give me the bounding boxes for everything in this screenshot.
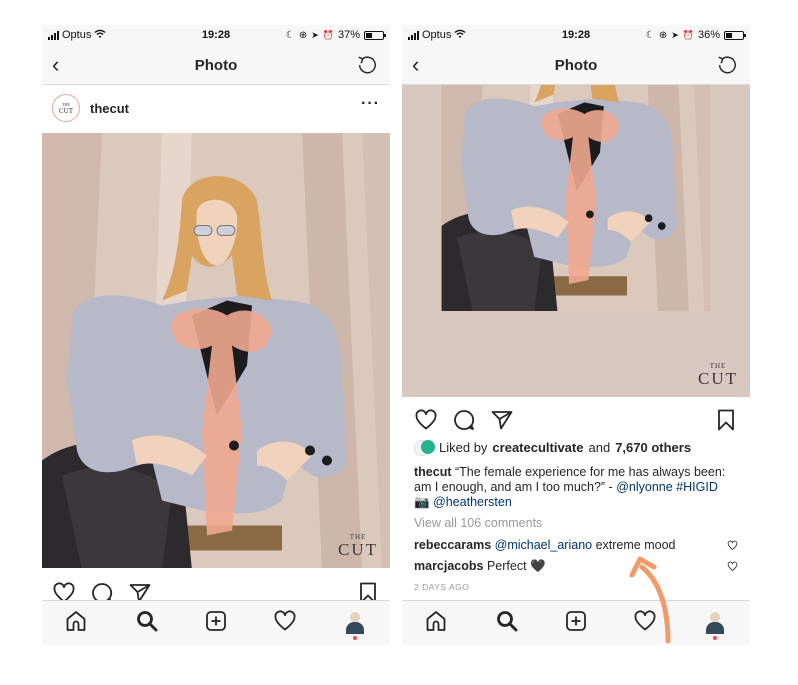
tab-bar <box>42 600 390 645</box>
liker-username[interactable]: createcultivate <box>492 440 583 455</box>
phone-screen-left: Optus 19:28 ☾ ⊕ ➤ ⏰ 37% ‹ Photo THE CUT … <box>42 25 390 645</box>
comment-like-icon[interactable] <box>727 540 738 554</box>
lock-rotation-icon: ⊕ <box>298 29 308 41</box>
page-title: Photo <box>194 57 238 74</box>
comment-username[interactable]: marcjacobs <box>414 559 483 573</box>
status-bar: Optus 19:28 ☾ ⊕ ➤ ⏰ 37% <box>42 25 390 45</box>
add-icon[interactable] <box>204 609 228 638</box>
alarm-icon: ⏰ <box>682 29 694 40</box>
tab-bar <box>402 600 750 645</box>
liked-by-prefix: Liked by <box>439 439 488 455</box>
battery-icon <box>364 30 386 40</box>
heart-icon[interactable] <box>414 408 438 437</box>
battery-icon <box>724 30 746 40</box>
more-options-icon[interactable]: ··· <box>361 95 380 113</box>
lock-rotation-icon: ⊕ <box>658 29 668 41</box>
avatar[interactable]: THE CUT <box>52 94 80 122</box>
home-icon[interactable] <box>64 609 88 638</box>
location-icon: ➤ <box>311 29 319 40</box>
annotation-arrow-icon <box>629 556 671 644</box>
battery-fill <box>366 32 372 38</box>
moon-icon: ☾ <box>285 29 295 41</box>
comment-mention[interactable]: @michael_ariano <box>495 538 592 552</box>
post-username[interactable]: thecut <box>90 101 129 116</box>
notification-dot <box>713 636 717 640</box>
activity-heart-icon[interactable] <box>273 609 297 638</box>
comment-icon[interactable] <box>452 408 476 437</box>
liker-avatar[interactable] <box>414 439 435 456</box>
liked-by-middle: and <box>588 439 611 455</box>
comment-row: marcjacobs Perfect 🖤 <box>414 559 740 574</box>
watermark-logo: THE CUT <box>338 533 378 559</box>
post-header: THE CUT thecut ··· <box>42 86 390 132</box>
likes-count[interactable]: 7,670 others <box>615 440 691 455</box>
share-icon[interactable] <box>490 408 514 437</box>
comment-row: rebeccarams @michael_ariano extreme mood <box>414 538 740 552</box>
post-photo[interactable]: THE CUT <box>42 133 390 568</box>
refresh-icon[interactable] <box>716 54 738 81</box>
post-actions <box>402 404 750 434</box>
caption-mention[interactable]: @nlyonne <box>616 480 672 494</box>
post-photo-image <box>402 85 750 397</box>
phone-screen-right: Optus 19:28 ☾ ⊕ ➤ ⏰ 36% ‹ Photo THE CUT <box>402 25 750 645</box>
comment-text: Perfect 🖤 <box>486 559 546 573</box>
likes-summary: Liked by createcultivate and 7,670 other… <box>414 439 742 456</box>
caption-hashtag[interactable]: #HIGID <box>676 480 718 494</box>
nav-bar: ‹ Photo <box>42 45 390 85</box>
watermark-logo: THE CUT <box>698 362 738 388</box>
battery-percent: 36% <box>697 29 720 41</box>
page-title: Photo <box>554 57 598 74</box>
comment-username[interactable]: rebeccarams <box>414 538 491 552</box>
notification-dot <box>353 636 357 640</box>
post-photo[interactable]: THE CUT <box>402 85 750 397</box>
battery-fill <box>726 32 732 38</box>
search-icon[interactable] <box>495 609 519 638</box>
status-bar: Optus 19:28 ☾ ⊕ ➤ ⏰ 36% <box>402 25 750 45</box>
post-caption: thecut “The female experience for me has… <box>414 465 728 510</box>
comment-like-icon[interactable] <box>727 561 738 575</box>
refresh-icon[interactable] <box>356 54 378 81</box>
caption-mention[interactable]: @heathersten <box>433 495 512 509</box>
view-all-comments-link[interactable]: View all 106 comments <box>414 516 542 530</box>
caption-username[interactable]: thecut <box>414 465 452 479</box>
post-photo-image <box>42 133 390 568</box>
comment-text: extreme mood <box>592 538 676 552</box>
camera-emoji: 📷 <box>414 495 430 509</box>
location-icon: ➤ <box>671 29 679 40</box>
add-icon[interactable] <box>564 609 588 638</box>
bookmark-icon[interactable] <box>714 408 738 437</box>
battery-percent: 37% <box>337 29 360 41</box>
home-icon[interactable] <box>424 609 448 638</box>
nav-bar: ‹ Photo <box>402 45 750 85</box>
search-icon[interactable] <box>135 609 159 638</box>
avatar-text-cut: CUT <box>59 107 73 115</box>
alarm-icon: ⏰ <box>322 29 334 40</box>
moon-icon: ☾ <box>645 29 655 41</box>
post-timestamp: 2 DAYS AGO <box>414 582 470 592</box>
